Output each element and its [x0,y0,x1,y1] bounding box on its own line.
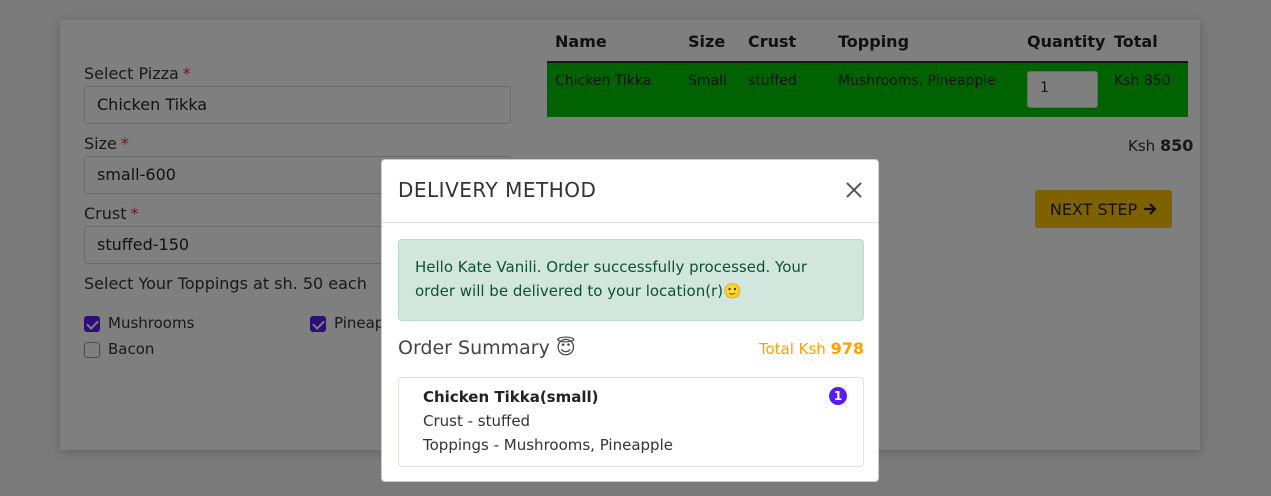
modal-title: DELIVERY METHOD [398,178,597,202]
order-total: Total Ksh 978 [758,339,864,358]
item-toppings: Toppings - Mushrooms, Pineapple [423,436,673,454]
close-icon[interactable] [842,178,866,202]
item-count-badge: 1 [829,387,847,405]
delivery-modal: DELIVERY METHOD Hello Kate Vanili. Order… [381,159,879,482]
list-item: Chicken Tikka(small) Crust - stuffed Top… [398,377,864,467]
item-crust: Crust - stuffed [423,412,531,430]
success-alert: Hello Kate Vanili. Order successfully pr… [398,239,864,321]
item-title: Chicken Tikka(small) [423,388,599,406]
order-summary-title: Order Summary 😇 [398,337,576,359]
modal-header-divider [382,222,878,223]
